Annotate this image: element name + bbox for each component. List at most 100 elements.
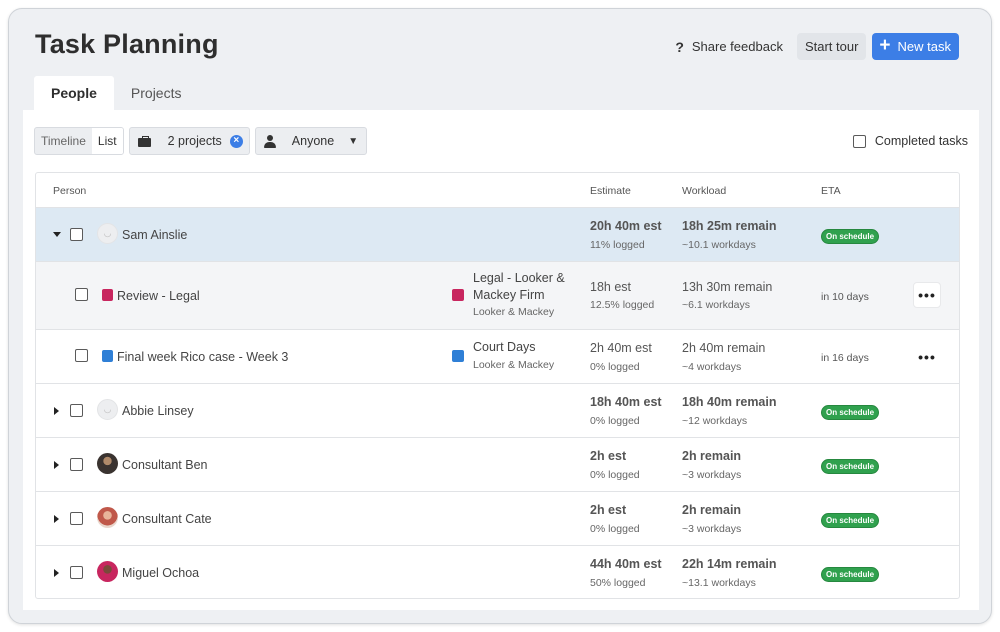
table-row[interactable]: Consultant Ben 2h est 0% logged 2h remai… <box>36 438 959 492</box>
expand-arrow-icon[interactable] <box>54 569 59 577</box>
table-row[interactable]: Review - Legal Legal - Looker & Mackey F… <box>36 262 959 330</box>
remain-value: 2h 40m remain <box>682 341 766 355</box>
remain-value: 22h 14m remain <box>682 557 777 571</box>
status-badge: On schedule <box>821 513 880 528</box>
avatar: ◡ <box>97 223 118 244</box>
task-check-icon <box>102 289 113 301</box>
main-panel: Timeline List 2 projects × Anyone ▼ Comp… <box>23 110 979 610</box>
project-client: Looker & Mackey <box>473 359 555 371</box>
toolbar: Timeline List 2 projects × Anyone ▼ <box>34 127 368 155</box>
remain-value: 2h remain <box>682 449 742 463</box>
row-checkbox[interactable] <box>70 458 83 471</box>
status-badge: On schedule <box>821 567 880 582</box>
view-list-button[interactable]: List <box>91 128 123 154</box>
new-task-label: New task <box>897 39 951 54</box>
task-name[interactable]: Final week Rico case - Week 3 <box>117 350 288 364</box>
projects-filter-label: 2 projects <box>167 134 222 148</box>
estimate-value: 2h est <box>590 503 627 517</box>
clear-icon[interactable]: × <box>229 134 243 148</box>
workdays-value: ~3 workdays <box>682 469 742 481</box>
completed-tasks-label: Completed tasks <box>874 134 968 148</box>
row-checkbox[interactable] <box>75 349 88 362</box>
briefcase-icon <box>137 135 151 147</box>
share-feedback-button[interactable]: ? Share feedback <box>667 33 791 60</box>
assignee-filter-label: Anyone <box>291 134 335 148</box>
column-workload: Workload <box>682 185 727 197</box>
project-color <box>452 289 464 301</box>
person-name[interactable]: Sam Ainslie <box>122 228 187 242</box>
row-checkbox[interactable] <box>75 288 88 301</box>
header-actions: ? Share feedback Start tour + New task <box>667 33 959 60</box>
table-row[interactable]: Consultant Cate 2h est 0% logged 2h rema… <box>36 492 959 546</box>
tab-projects[interactable]: Projects <box>114 76 199 110</box>
app-window: Task Planning ? Share feedback Start tou… <box>8 8 992 624</box>
remain-value: 2h remain <box>682 503 742 517</box>
project-name-line1: Legal - Looker & <box>473 271 565 285</box>
logged-value: 12.5% logged <box>590 299 655 311</box>
view-timeline-button[interactable]: Timeline <box>35 128 92 154</box>
page-title: Task Planning <box>35 29 219 59</box>
logged-value: 0% logged <box>590 469 640 481</box>
tab-people[interactable]: People <box>34 76 114 110</box>
column-estimate: Estimate <box>590 185 631 197</box>
workdays-value: ~12 workdays <box>682 415 748 427</box>
project-name-line2: Mackey Firm <box>473 288 545 302</box>
assignee-filter[interactable]: Anyone ▼ <box>254 127 368 155</box>
table-row[interactable]: Miguel Ochoa 44h 40m est 50% logged 22h … <box>36 546 959 598</box>
start-tour-button[interactable]: Start tour <box>796 33 867 60</box>
logged-value: 0% logged <box>590 361 640 373</box>
column-eta: ETA <box>821 185 841 197</box>
expand-arrow-icon[interactable] <box>54 461 59 469</box>
row-checkbox[interactable] <box>70 228 83 241</box>
more-icon[interactable]: ••• <box>913 344 941 370</box>
remain-value: 18h 40m remain <box>682 395 777 409</box>
completed-tasks-toggle[interactable]: Completed tasks <box>852 134 968 148</box>
remain-value: 18h 25m remain <box>682 219 777 233</box>
share-feedback-label: Share feedback <box>691 39 783 54</box>
question-icon: ? <box>675 38 684 55</box>
logged-value: 0% logged <box>590 523 640 535</box>
expand-arrow-icon[interactable] <box>54 407 59 415</box>
view-tabs: People Projects <box>34 76 198 110</box>
table-row[interactable]: ◡ Abbie Linsey 18h 40m est 0% logged 18h… <box>36 384 959 438</box>
completed-tasks-checkbox[interactable] <box>852 134 866 148</box>
estimate-value: 2h 40m est <box>590 341 652 355</box>
status-badge: On schedule <box>821 405 880 420</box>
logged-value: 50% logged <box>590 577 646 589</box>
collapse-arrow-icon[interactable] <box>53 232 61 237</box>
expand-arrow-icon[interactable] <box>54 515 59 523</box>
avatar <box>97 561 118 582</box>
project-color <box>452 350 464 362</box>
more-icon[interactable]: ••• <box>913 282 941 308</box>
view-toggle: Timeline List <box>34 127 124 155</box>
status-badge: On schedule <box>821 459 880 474</box>
estimate-value: 2h est <box>590 449 627 463</box>
new-task-button[interactable]: + New task <box>872 33 959 60</box>
task-check-icon <box>102 350 113 362</box>
row-checkbox[interactable] <box>70 404 83 417</box>
avatar: ◡ <box>97 399 118 420</box>
eta-value: in 16 days <box>821 352 869 364</box>
workdays-value: ~10.1 workdays <box>682 239 756 251</box>
person-name[interactable]: Abbie Linsey <box>122 404 194 418</box>
person-name[interactable]: Consultant Ben <box>122 458 207 472</box>
task-table: Person Estimate Workload ETA ◡ Sam Ainsl… <box>35 172 960 599</box>
table-row[interactable]: Final week Rico case - Week 3 Court Days… <box>36 330 959 384</box>
table-row[interactable]: ◡ Sam Ainslie 20h 40m est 11% logged 18h… <box>36 208 959 262</box>
row-checkbox[interactable] <box>70 512 83 525</box>
person-name[interactable]: Miguel Ochoa <box>122 566 199 580</box>
row-checkbox[interactable] <box>70 566 83 579</box>
column-person: Person <box>53 185 87 197</box>
estimate-value: 20h 40m est <box>590 219 662 233</box>
estimate-value: 18h 40m est <box>590 395 662 409</box>
person-name[interactable]: Consultant Cate <box>122 512 212 526</box>
avatar <box>97 453 118 474</box>
eta-value: in 10 days <box>821 291 869 303</box>
task-name[interactable]: Review - Legal <box>117 289 200 303</box>
workdays-value: ~3 workdays <box>682 523 742 535</box>
person-icon <box>263 134 276 148</box>
caret-down-icon: ▼ <box>348 135 359 147</box>
projects-filter[interactable]: 2 projects × <box>128 127 250 155</box>
workdays-value: ~4 workdays <box>682 361 742 373</box>
plus-icon: + <box>879 35 891 56</box>
